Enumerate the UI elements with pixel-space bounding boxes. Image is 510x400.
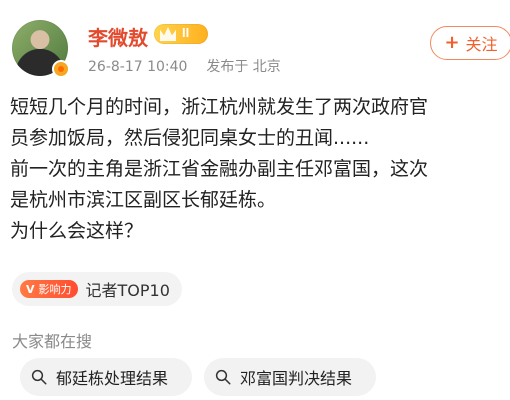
post-timestamp: 26-8-17 10:40 xyxy=(88,59,188,75)
search-suggestion-1[interactable]: 郁廷栋处理结果 xyxy=(20,358,192,396)
plus-icon: + xyxy=(444,32,460,53)
post-location: 北京 xyxy=(252,59,281,75)
crown-icon xyxy=(160,27,176,41)
search-suggestion-2[interactable]: 邓富国判决结果 xyxy=(204,358,376,396)
follow-button[interactable]: + 关注 xyxy=(430,26,510,60)
influence-badge-text: 影响力 xyxy=(38,283,72,296)
influence-badge: V 影响力 xyxy=(20,280,78,298)
search-icon xyxy=(215,369,231,385)
verified-badge-icon xyxy=(52,60,70,78)
influence-tag[interactable]: V 影响力 记者TOP10 xyxy=(12,272,182,306)
hot-search-title: 大家都在搜 xyxy=(12,332,93,351)
follow-button-label: 关注 xyxy=(465,35,498,54)
level-badge-text: II xyxy=(182,25,190,40)
publish-prefix: 发布于 xyxy=(206,59,249,75)
search-suggestion-1-label: 郁廷栋处理结果 xyxy=(56,369,169,388)
influence-tag-label: 记者TOP10 xyxy=(85,281,170,300)
post-text: 短短几个月的时间，浙江杭州就发生了两次政府官 员参加饭局，然后侵犯同桌女士的丑闻… xyxy=(10,96,429,242)
level-badge: II xyxy=(154,24,208,44)
search-icon xyxy=(31,369,47,385)
search-suggestion-2-label: 邓富国判决结果 xyxy=(240,369,353,388)
v-icon: V xyxy=(26,282,35,296)
post-meta: 26-8-17 10:40 发布于 北京 xyxy=(88,56,281,76)
username[interactable]: 李微敖 xyxy=(88,22,148,51)
